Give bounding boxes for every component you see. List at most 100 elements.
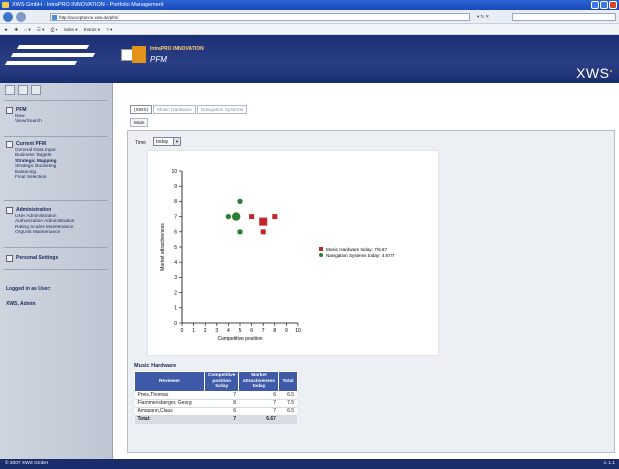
x-tick-label: 0 bbox=[181, 328, 184, 334]
data-point bbox=[225, 213, 232, 220]
search-input[interactable] bbox=[512, 13, 616, 21]
status-bar: © 2007 XWS GmbH v. 1.1 bbox=[0, 459, 619, 469]
content-panel: Time today ▼ 0 1 2 3 4 5 6 7 8 9 10 0 1 2 3 4 5 6 7 8 9 10 Com… bbox=[127, 130, 615, 453]
sidebar-toolbar bbox=[5, 85, 41, 95]
version-text: v. 1.1 bbox=[603, 461, 615, 466]
tab-navigation-systems[interactable]: Navigation Systems bbox=[196, 105, 248, 114]
table-cell: 6.5 bbox=[278, 391, 298, 400]
y-tick-label: 10 bbox=[171, 169, 177, 175]
project-tabs: (XWS) Music Hardware Navigation Systems bbox=[130, 105, 248, 114]
table-row: Amspann,Claus 6 7 6.5 bbox=[134, 407, 298, 416]
pfm-icon bbox=[6, 107, 13, 114]
time-select-value: today bbox=[156, 139, 169, 145]
tab-main[interactable]: Main bbox=[130, 118, 149, 127]
add-favorite-icon[interactable]: ✚ bbox=[14, 27, 18, 32]
divider bbox=[4, 269, 108, 270]
divider bbox=[4, 136, 108, 137]
time-label: Time bbox=[135, 140, 146, 146]
x-tick-label: 9 bbox=[285, 328, 288, 334]
command-bar: ★ ✚ ⌂ ▾ ☰ ▾ ⎙ ▾ Seite ▾ Extras ▾ ? ▾ bbox=[0, 24, 619, 35]
table-cell: 8 bbox=[204, 399, 239, 408]
x-tick-label: 2 bbox=[204, 328, 207, 334]
sidebar-section-title: Current PFM bbox=[16, 141, 46, 147]
column-header: Competitive position today bbox=[203, 371, 240, 392]
data-point bbox=[249, 214, 255, 220]
aggregate-point bbox=[259, 217, 268, 226]
favorites-icon[interactable]: ★ bbox=[4, 27, 8, 32]
go-icon[interactable]: ▾ ↻ ✕ bbox=[477, 14, 489, 19]
url-input[interactable]: http://acceptance.xws.de/pfm/ bbox=[50, 13, 470, 21]
tools-menu[interactable]: Extras ▾ bbox=[84, 27, 100, 32]
table-cell bbox=[278, 415, 298, 424]
table-title: Music Hardware bbox=[134, 363, 177, 369]
window-title: XWS GmbH - IntraPRO INNOVATION - Portfol… bbox=[12, 2, 164, 8]
reviewer-table: Reviewer Competitive position today Mark… bbox=[134, 371, 298, 424]
sidebar-tool-icon-3[interactable] bbox=[31, 85, 41, 95]
table-cell: Preis,Thomas bbox=[134, 391, 205, 400]
y-tick-label: 5 bbox=[174, 245, 177, 251]
sidebar-tool-icon-1[interactable] bbox=[5, 85, 15, 95]
page-icon bbox=[52, 15, 57, 20]
home-icon[interactable]: ⌂ ▾ bbox=[24, 27, 30, 32]
y-tick-label: 0 bbox=[174, 321, 177, 327]
sidebar-item-final-selection[interactable]: Final Selection bbox=[15, 175, 57, 180]
time-select[interactable]: today ▼ bbox=[153, 137, 181, 146]
x-tick-label: 5 bbox=[239, 328, 242, 334]
y-tick-label: 3 bbox=[174, 275, 177, 281]
forward-button[interactable] bbox=[16, 12, 26, 22]
aggregate-point bbox=[231, 212, 241, 221]
table-cell: 6.5 bbox=[278, 407, 298, 416]
x-tick-label: 6 bbox=[250, 328, 253, 334]
logo-stripes bbox=[4, 39, 96, 79]
table-cell: 7 bbox=[238, 399, 279, 408]
maximize-button[interactable] bbox=[600, 1, 608, 9]
table-cell: Total: bbox=[134, 415, 205, 424]
y-tick-label: 9 bbox=[174, 184, 177, 190]
table-row: Preis,Thomas 7 6 6.5 bbox=[134, 391, 298, 400]
sidebar-section-title[interactable]: Personal Settings bbox=[16, 255, 58, 261]
column-header: Total bbox=[278, 371, 298, 392]
feeds-icon[interactable]: ☰ ▾ bbox=[37, 27, 45, 32]
app-subtitle: PFM bbox=[150, 55, 167, 64]
sidebar-item-strategic-bucketing[interactable]: Strategic Bucketing bbox=[15, 164, 57, 169]
tab-xws[interactable]: (XWS) bbox=[130, 105, 153, 114]
back-button[interactable] bbox=[3, 12, 13, 22]
legend-label: Navigation Systems today: 4.67/7 bbox=[326, 253, 395, 258]
url-actions: ▾ ↻ ✕ bbox=[477, 13, 507, 21]
divider bbox=[4, 100, 108, 101]
sidebar: PFM New View/Search Current PFM General … bbox=[0, 83, 113, 459]
x-tick-label: 4 bbox=[227, 328, 230, 334]
sidebar-tool-icon-2[interactable] bbox=[18, 85, 28, 95]
legend-label: Music Hardware today: 7/6.67 bbox=[326, 247, 387, 252]
sidebar-item-orgunit-maintenance[interactable]: OrgUnit Maintenance bbox=[15, 230, 74, 235]
browser-icon bbox=[2, 2, 9, 8]
x-tick-label: 3 bbox=[215, 328, 218, 334]
address-bar: http://acceptance.xws.de/pfm/ ▾ ↻ ✕ bbox=[0, 10, 619, 24]
tab-music-hardware[interactable]: Music Hardware bbox=[153, 105, 196, 114]
table-cell: Flammensberger, Georg bbox=[134, 399, 205, 408]
y-tick-label: 1 bbox=[174, 306, 177, 312]
help-icon[interactable]: ? ▾ bbox=[106, 27, 112, 32]
sidebar-item-view-search[interactable]: View/Search bbox=[15, 119, 42, 124]
chevron-down-icon[interactable]: ▼ bbox=[173, 138, 180, 145]
divider bbox=[4, 247, 108, 248]
x-tick-label: 7 bbox=[262, 328, 265, 334]
minimize-button[interactable] bbox=[591, 1, 599, 9]
close-button[interactable] bbox=[609, 1, 617, 9]
table-row: Flammensberger, Georg 8 7 7.5 bbox=[134, 399, 298, 408]
x-axis-label: Competitive position bbox=[217, 336, 262, 342]
strategic-mapping-chart: 0 1 2 3 4 5 6 7 8 9 10 0 1 2 3 4 5 6 7 8 9 10 Competitive posi… bbox=[147, 150, 439, 356]
x-tick-label: 10 bbox=[295, 328, 301, 334]
x-tick-label: 8 bbox=[273, 328, 276, 334]
admin-icon bbox=[6, 207, 13, 214]
divider bbox=[4, 200, 108, 201]
print-icon[interactable]: ⎙ ▾ bbox=[51, 27, 58, 32]
column-header: Reviewer bbox=[134, 371, 205, 392]
logged-in-label: Logged in as User: bbox=[6, 286, 52, 292]
y-tick-label: 7 bbox=[174, 214, 177, 220]
logged-in-user: XWS, Admin bbox=[6, 301, 36, 307]
page-menu[interactable]: Seite ▾ bbox=[64, 27, 78, 32]
table-cell: Amspann,Claus bbox=[134, 407, 205, 416]
table-cell: 6 bbox=[204, 407, 239, 416]
x-tick-label: 1 bbox=[192, 328, 195, 334]
